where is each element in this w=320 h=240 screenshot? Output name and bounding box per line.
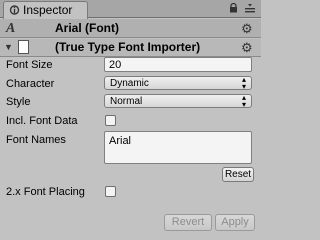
font-placing-checkbox[interactable] [105, 186, 116, 197]
style-value: Normal [110, 96, 143, 107]
font-size-field[interactable]: 20 [104, 57, 252, 72]
tab-bar: Inspector [0, 0, 261, 19]
reset-button[interactable]: Reset [222, 167, 254, 182]
incl-font-data-label: Incl. Font Data [6, 115, 78, 127]
character-label: Character [6, 78, 55, 90]
lock-icon[interactable] [229, 3, 238, 13]
font-names-label: Font Names [6, 134, 66, 146]
asset-header: A Arial (Font) ⚙ [0, 19, 261, 38]
dropdown-arrows-icon: ▴ ▾ [241, 75, 246, 91]
tab-label: Inspector [23, 3, 73, 17]
style-dropdown[interactable]: Normal ▴ ▾ [104, 93, 252, 109]
dropdown-arrows-icon: ▴ ▾ [241, 93, 246, 109]
asset-title: Arial (Font) [55, 21, 119, 35]
font-size-label: Font Size [6, 59, 53, 71]
gear-icon[interactable]: ⚙ [241, 21, 253, 37]
font-asset-icon: A [6, 21, 16, 36]
apply-button[interactable]: Apply [215, 214, 255, 231]
character-value: Dynamic [110, 78, 149, 89]
revert-button[interactable]: Revert [164, 214, 212, 231]
font-names-textarea[interactable]: Arial [104, 131, 252, 164]
font-placing-label: 2.x Font Placing [6, 186, 85, 198]
font-size-value: 20 [109, 59, 122, 71]
document-icon [18, 40, 29, 54]
tab-inspector[interactable]: Inspector [3, 1, 88, 19]
menu-icon[interactable] [245, 4, 255, 13]
gear-icon[interactable]: ⚙ [241, 40, 253, 56]
character-dropdown[interactable]: Dynamic ▴ ▾ [104, 75, 252, 91]
font-names-value: Arial [109, 135, 132, 147]
inspector-icon [9, 5, 20, 15]
component-header[interactable]: ▼ (True Type Font Importer) ⚙ [0, 39, 261, 57]
incl-font-data-checkbox[interactable] [105, 115, 116, 126]
component-title: (True Type Font Importer) [55, 40, 201, 54]
style-label: Style [6, 96, 31, 108]
foldout-arrow-icon[interactable]: ▼ [4, 42, 13, 52]
